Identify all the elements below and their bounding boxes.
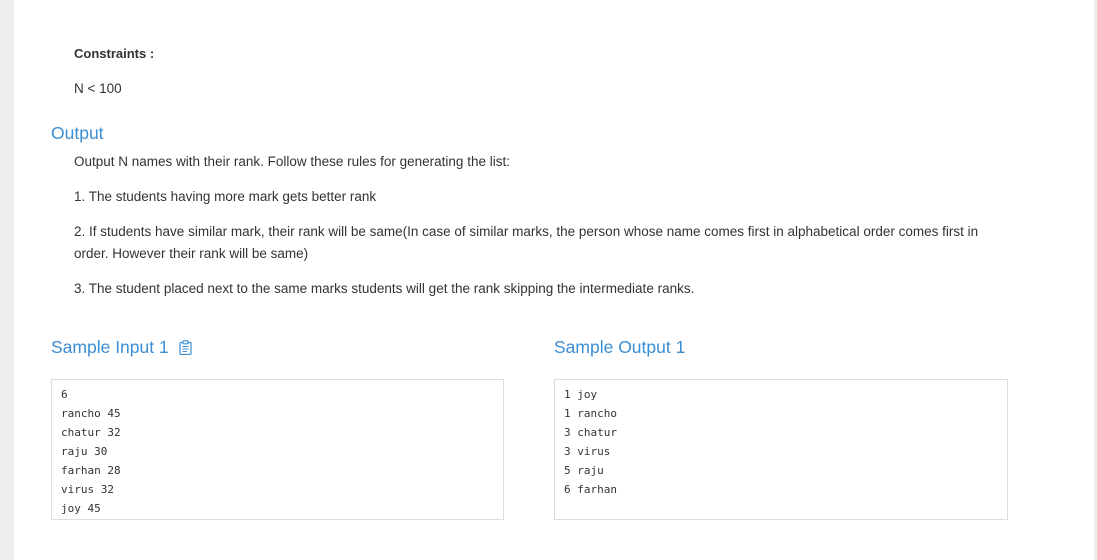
- sample-input-box: 6 rancho 45 chatur 32 raju 30 farhan 28 …: [51, 379, 504, 520]
- clipboard-icon[interactable]: [179, 340, 192, 355]
- sample-input-heading: Sample Input 1: [51, 337, 192, 358]
- sample-output-heading: Sample Output 1: [554, 337, 686, 357]
- sample-input-line: joy 45: [61, 502, 101, 515]
- sample-input-title: Sample Input 1: [51, 337, 169, 357]
- sample-output-box: 1 joy 1 rancho 3 chatur 3 virus 5 raju 6…: [554, 379, 1008, 520]
- sample-output-line: 1 joy: [564, 388, 598, 401]
- problem-panel: Constraints : N < 100 Output Output N na…: [14, 0, 1094, 560]
- constraints-value: N < 100: [74, 81, 122, 96]
- sample-input-line: chatur 32: [61, 426, 121, 439]
- output-rule-2-line-2: order. However their rank will be same): [74, 246, 309, 261]
- output-rule-1: 1. The students having more mark gets be…: [74, 189, 377, 204]
- sample-input-line: 6: [61, 388, 68, 401]
- sample-input-line: virus 32: [61, 483, 114, 496]
- output-heading: Output: [51, 123, 104, 143]
- output-intro: Output N names with their rank. Follow t…: [74, 154, 510, 169]
- sample-output-line: 3 virus: [564, 445, 611, 458]
- sample-input-line: raju 30: [61, 445, 108, 458]
- output-rule-3: 3. The student placed next to the same m…: [74, 281, 695, 296]
- sample-output-line: 1 rancho: [564, 407, 617, 420]
- sample-output-line: 5 raju: [564, 464, 604, 477]
- sample-output-line: 6 farhan: [564, 483, 617, 496]
- sample-input-line: rancho 45: [61, 407, 121, 420]
- constraints-label: Constraints :: [74, 46, 155, 61]
- sample-output-line: 3 chatur: [564, 426, 617, 439]
- output-rule-2-line-1: 2. If students have similar mark, their …: [74, 224, 979, 239]
- sample-input-line: farhan 28: [61, 464, 121, 477]
